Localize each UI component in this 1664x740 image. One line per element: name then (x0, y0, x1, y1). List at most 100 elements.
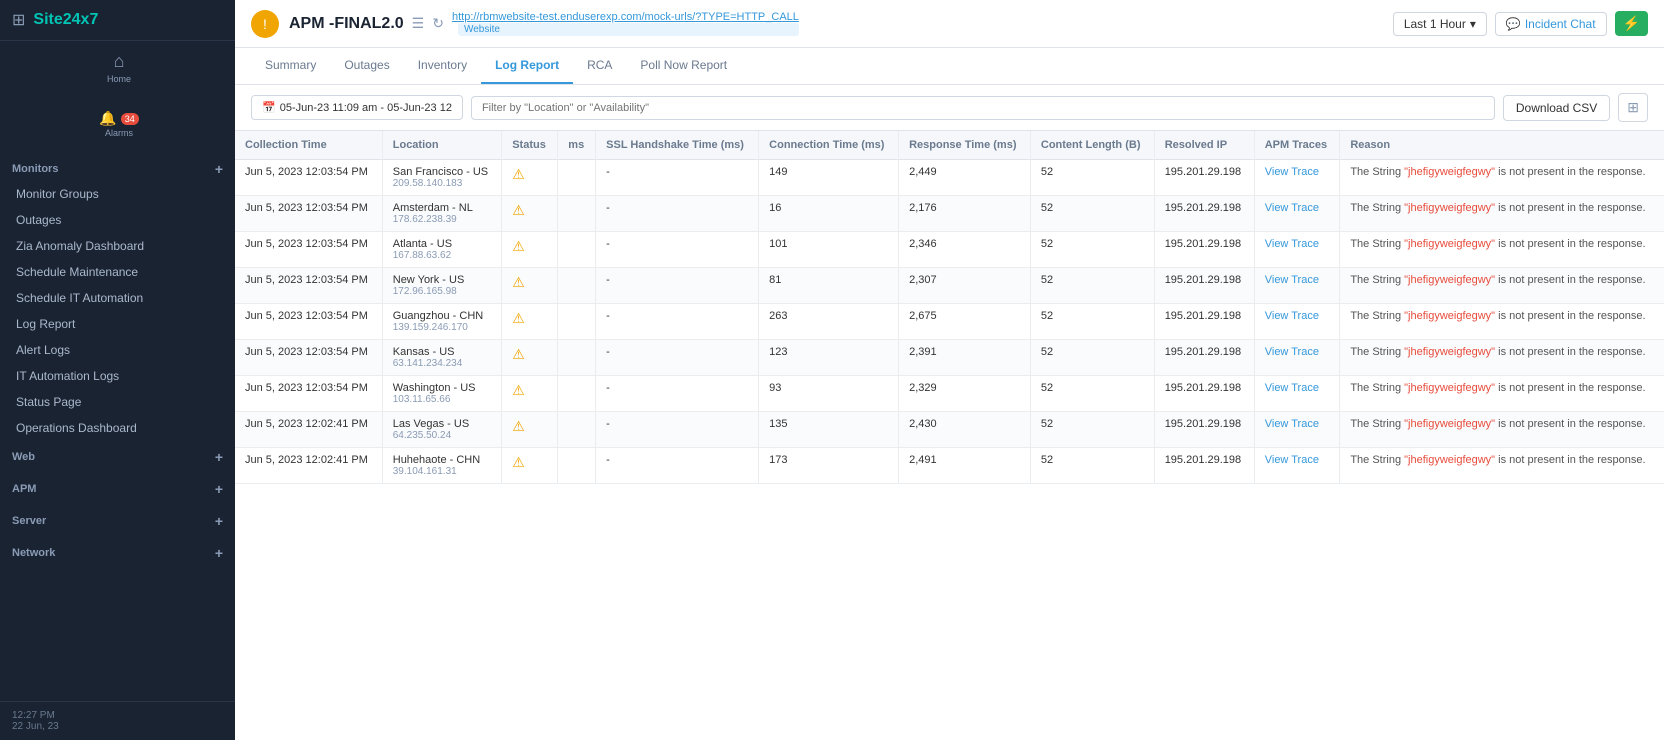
filter-input[interactable] (471, 96, 1495, 120)
col-response: Response Time (ms) (899, 131, 1031, 160)
network-plus-icon[interactable]: + (215, 545, 223, 561)
main-content: ! APM -FINAL2.0 ☰ ↻ http://rbmwebsite-te… (235, 0, 1664, 740)
cell-apm-traces[interactable]: View Trace (1254, 412, 1340, 448)
tab-summary[interactable]: Summary (251, 48, 330, 84)
cell-resolved-ip: 195.201.29.198 (1154, 304, 1254, 340)
sidebar-item-log-report[interactable]: Log Report (0, 311, 235, 337)
web-plus-icon[interactable]: + (215, 449, 223, 465)
cell-content-length: 52 (1030, 160, 1154, 196)
reason-highlight: "jhefigyweigfegwy" (1404, 382, 1495, 394)
schedule-maintenance-label: Schedule Maintenance (16, 265, 138, 279)
monitors-plus-icon[interactable]: + (215, 161, 223, 177)
cell-ms (558, 160, 596, 196)
col-status: Status (502, 131, 558, 160)
view-trace-link[interactable]: View Trace (1265, 454, 1319, 466)
cell-apm-traces[interactable]: View Trace (1254, 340, 1340, 376)
monitors-section-header[interactable]: Monitors + (0, 153, 235, 181)
cell-content-length: 52 (1030, 268, 1154, 304)
cell-location: San Francisco - US 209.58.140.183 (382, 160, 501, 196)
cell-apm-traces[interactable]: View Trace (1254, 232, 1340, 268)
cell-reason: The String "jhefigyweigfegwy" is not pre… (1340, 160, 1664, 196)
col-location: Location (382, 131, 501, 160)
tab-rca[interactable]: RCA (573, 48, 626, 84)
grid-view-button[interactable]: ⊞ (1618, 93, 1648, 122)
table-row: Jun 5, 2023 12:02:41 PM Huhehaote - CHN … (235, 448, 1664, 484)
cell-response: 2,449 (899, 160, 1031, 196)
toolbar: 📅 05-Jun-23 11:09 am - 05-Jun-23 12 Down… (235, 85, 1664, 131)
cell-content-length: 52 (1030, 340, 1154, 376)
sidebar: ⊞ Site24x7 ⌂ Home 🔔 34 Alarms Monitors +… (0, 0, 235, 740)
cell-collection-time: Jun 5, 2023 12:03:54 PM (235, 376, 382, 412)
location-name: San Francisco - US (393, 166, 491, 178)
view-trace-link[interactable]: View Trace (1265, 274, 1319, 286)
sidebar-item-outages[interactable]: Outages (0, 207, 235, 233)
tab-poll-now-report[interactable]: Poll Now Report (626, 48, 741, 84)
location-ip: 39.104.161.31 (393, 466, 491, 477)
view-trace-link[interactable]: View Trace (1265, 238, 1319, 250)
view-trace-link[interactable]: View Trace (1265, 202, 1319, 214)
sidebar-item-alert-logs[interactable]: Alert Logs (0, 337, 235, 363)
cell-connection: 149 (759, 160, 899, 196)
home-icon: ⌂ (114, 51, 125, 72)
cell-apm-traces[interactable]: View Trace (1254, 376, 1340, 412)
menu-icon[interactable]: ☰ (412, 15, 425, 32)
web-section-header[interactable]: Web + (0, 441, 235, 473)
sidebar-item-operations-dashboard[interactable]: Operations Dashboard (0, 415, 235, 441)
tab-outages[interactable]: Outages (330, 48, 403, 84)
green-action-button[interactable]: ⚡ (1615, 11, 1648, 36)
cell-resolved-ip: 195.201.29.198 (1154, 376, 1254, 412)
nav-item-home[interactable]: ⌂ Home (0, 41, 235, 93)
cell-resolved-ip: 195.201.29.198 (1154, 412, 1254, 448)
sidebar-item-status-page[interactable]: Status Page (0, 389, 235, 415)
cell-location: New York - US 172.96.165.98 (382, 268, 501, 304)
log-report-label: Log Report (16, 317, 75, 331)
reason-highlight: "jhefigyweigfegwy" (1404, 310, 1495, 322)
date-range-button[interactable]: 📅 05-Jun-23 11:09 am - 05-Jun-23 12 (251, 95, 463, 120)
cell-connection: 81 (759, 268, 899, 304)
cell-apm-traces[interactable]: View Trace (1254, 196, 1340, 232)
zia-anomaly-label: Zia Anomaly Dashboard (16, 239, 144, 253)
warning-status-icon: ⚠ (512, 346, 525, 362)
col-apm-traces: APM Traces (1254, 131, 1340, 160)
cell-collection-time: Jun 5, 2023 12:03:54 PM (235, 160, 382, 196)
sidebar-item-zia-anomaly[interactable]: Zia Anomaly Dashboard (0, 233, 235, 259)
view-trace-link[interactable]: View Trace (1265, 418, 1319, 430)
view-trace-link[interactable]: View Trace (1265, 166, 1319, 178)
refresh-icon[interactable]: ↻ (432, 15, 444, 32)
cell-response: 2,675 (899, 304, 1031, 340)
location-ip: 172.96.165.98 (393, 286, 491, 297)
nav-item-alarms[interactable]: 🔔 34 Alarms (0, 93, 235, 145)
monitors-section: Monitors + Monitor Groups Outages Zia An… (0, 153, 235, 569)
cell-content-length: 52 (1030, 196, 1154, 232)
network-section-header[interactable]: Network + (0, 537, 235, 569)
server-section-header[interactable]: Server + (0, 505, 235, 537)
view-trace-link[interactable]: View Trace (1265, 346, 1319, 358)
apm-plus-icon[interactable]: + (215, 481, 223, 497)
incident-chat-button[interactable]: 💬 Incident Chat (1495, 12, 1607, 36)
view-trace-link[interactable]: View Trace (1265, 382, 1319, 394)
schedule-it-automation-label: Schedule IT Automation (16, 291, 143, 305)
date-range-label: 05-Jun-23 11:09 am - 05-Jun-23 12 (280, 102, 452, 114)
cell-content-length: 52 (1030, 232, 1154, 268)
sidebar-header: ⊞ Site24x7 (0, 0, 235, 41)
cell-apm-traces[interactable]: View Trace (1254, 268, 1340, 304)
download-csv-button[interactable]: Download CSV (1503, 95, 1610, 121)
sidebar-item-monitor-groups[interactable]: Monitor Groups (0, 181, 235, 207)
cell-apm-traces[interactable]: View Trace (1254, 448, 1340, 484)
tab-log-report[interactable]: Log Report (481, 48, 573, 84)
cell-collection-time: Jun 5, 2023 12:03:54 PM (235, 340, 382, 376)
sidebar-item-schedule-it-automation[interactable]: Schedule IT Automation (0, 285, 235, 311)
cell-status: ⚠ (502, 160, 558, 196)
monitor-url-link[interactable]: http://rbmwebsite-test.enduserexp.com/mo… (452, 11, 799, 23)
apm-section-header[interactable]: APM + (0, 473, 235, 505)
time-selector[interactable]: Last 1 Hour ▾ (1393, 12, 1487, 36)
tab-inventory[interactable]: Inventory (404, 48, 481, 84)
cell-apm-traces[interactable]: View Trace (1254, 160, 1340, 196)
sidebar-item-it-automation-logs[interactable]: IT Automation Logs (0, 363, 235, 389)
server-plus-icon[interactable]: + (215, 513, 223, 529)
view-trace-link[interactable]: View Trace (1265, 310, 1319, 322)
sidebar-item-schedule-maintenance[interactable]: Schedule Maintenance (0, 259, 235, 285)
warning-status-icon: ⚠ (512, 274, 525, 290)
location-name: Amsterdam - NL (393, 202, 491, 214)
cell-apm-traces[interactable]: View Trace (1254, 304, 1340, 340)
